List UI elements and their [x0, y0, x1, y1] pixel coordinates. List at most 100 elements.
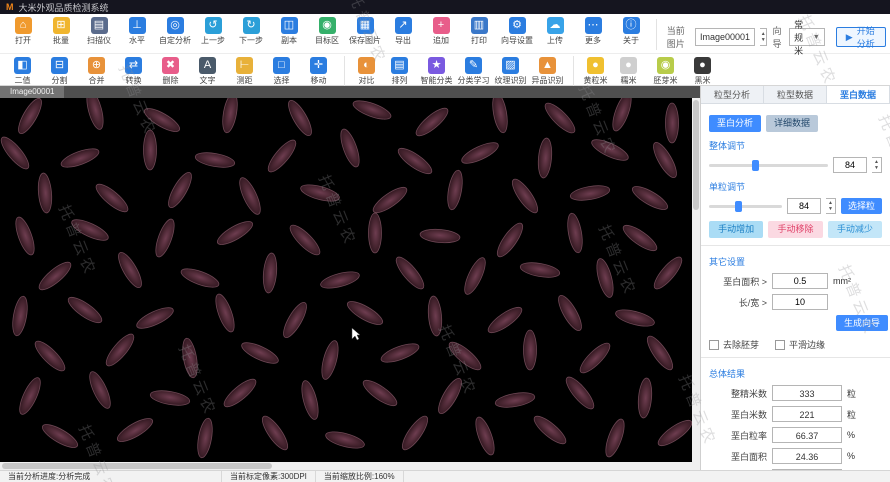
rice-grain[interactable] [531, 412, 570, 448]
toolbar-button[interactable]: ● 糯米 [610, 56, 647, 86]
toolbar-button[interactable]: ▲ 异品识别 [529, 56, 566, 86]
rice-grain[interactable] [666, 103, 679, 143]
rice-grain[interactable] [370, 183, 410, 217]
toolbar-button[interactable]: ✎ 分类学习 [455, 56, 492, 86]
rice-grain[interactable] [195, 417, 215, 459]
rice-grain[interactable] [461, 255, 490, 297]
tab-chalkiness-data[interactable]: 垩白数据 [827, 86, 890, 103]
toolbar-button[interactable]: ↻ 下一步 [232, 16, 270, 46]
rice-grain[interactable] [324, 429, 366, 452]
tab-grain-shape-analysis[interactable]: 粒型分析 [701, 86, 764, 103]
detail-data-button[interactable]: 详细数据 [766, 115, 818, 132]
overall-adjust-input[interactable] [833, 157, 867, 173]
rice-grain[interactable] [179, 265, 221, 291]
single-adjust-spinner[interactable]: ▲▼ [826, 198, 836, 214]
remove-germ-checkbox[interactable]: 去除胚芽 [709, 338, 759, 351]
rice-grain[interactable] [576, 339, 613, 376]
rice-grain[interactable] [239, 339, 281, 368]
rice-grain[interactable] [602, 417, 628, 459]
rice-grain[interactable] [594, 257, 617, 299]
manual-decrease-button[interactable]: 手动减少 [828, 221, 882, 238]
toolbar-button[interactable]: ⊥ 水平 [118, 16, 156, 46]
rice-grain[interactable] [519, 260, 561, 280]
toolbar-button[interactable]: ◐ 对比 [344, 56, 381, 86]
toolbar-button[interactable]: ⌂ 打开 [4, 16, 42, 46]
rice-grain[interactable] [37, 173, 53, 214]
toolbar-button[interactable]: ↺ 上一步 [194, 16, 232, 46]
chalkiness-analyze-button[interactable]: 垩白分析 [709, 115, 761, 132]
rice-grain[interactable] [554, 292, 585, 333]
rice-grain[interactable] [337, 127, 363, 169]
rice-grain[interactable] [413, 104, 452, 140]
toolbar-button[interactable]: ▤ 扫描仪 [80, 16, 118, 46]
rice-grain[interactable] [84, 98, 107, 131]
rice-grain[interactable] [0, 134, 33, 173]
toolbar-button[interactable]: ⊢ 测距 [226, 56, 263, 86]
image-tab[interactable]: Image00001 [0, 86, 64, 98]
rice-grain[interactable] [472, 415, 498, 457]
rice-grain[interactable] [485, 303, 525, 337]
rice-grain[interactable] [490, 98, 510, 134]
rice-grain[interactable] [36, 258, 75, 294]
toolbar-button[interactable]: ✖ 删除 [152, 56, 189, 86]
select-grain-button[interactable]: 选择粒 [841, 198, 882, 214]
rice-grain[interactable] [655, 416, 692, 450]
rice-grain[interactable] [236, 175, 265, 217]
rice-grain[interactable] [537, 138, 553, 179]
rice-grain[interactable] [164, 169, 195, 210]
rice-grain[interactable] [212, 292, 238, 334]
rice-grain[interactable] [427, 296, 443, 337]
toolbar-button[interactable]: ◉ 目标区 [308, 16, 346, 46]
smooth-edge-checkbox[interactable]: 平滑边缘 [775, 338, 825, 351]
rice-grain[interactable] [114, 414, 155, 445]
rice-grain[interactable] [69, 216, 111, 245]
rice-grain[interactable] [508, 176, 542, 216]
single-adjust-slider[interactable] [709, 205, 782, 208]
rice-grain[interactable] [299, 379, 322, 421]
rice-grain[interactable] [152, 217, 178, 259]
toolbar-button[interactable]: ◉ 胚芽米 [647, 56, 684, 86]
rice-grain[interactable] [565, 212, 585, 254]
toolbar-button[interactable]: ▨ 纹理识别 [492, 56, 529, 86]
rice-grain[interactable] [649, 139, 680, 180]
rice-grain[interactable] [114, 249, 145, 290]
toolbar-button[interactable]: □ 选择 [263, 56, 300, 86]
generate-wizard-button[interactable]: 生成向导 [836, 315, 888, 331]
rice-grain[interactable] [144, 130, 157, 170]
rice-grain[interactable] [279, 299, 310, 340]
rice-grain[interactable] [10, 295, 30, 337]
overall-adjust-slider[interactable] [709, 164, 828, 167]
rice-grain[interactable] [434, 375, 465, 416]
rice-grain[interactable] [319, 339, 342, 381]
wizard-select[interactable]: 常规米 ▼ [789, 28, 825, 46]
rice-grain[interactable] [524, 330, 537, 370]
toolbar-button[interactable]: ◎ 自定分析 [156, 16, 194, 46]
rice-grain[interactable] [637, 378, 653, 419]
rice-grain[interactable] [59, 145, 101, 171]
manual-remove-button[interactable]: 手动移除 [768, 221, 822, 238]
toolbar-button[interactable]: ⓘ 关于 [612, 16, 650, 46]
rice-grain[interactable] [609, 98, 635, 133]
current-image-spinner[interactable]: ▲▼ [760, 28, 767, 46]
horizontal-scrollbar-thumb[interactable] [2, 463, 272, 469]
rice-grain[interactable] [344, 297, 385, 328]
toolbar-button[interactable]: + 追加 [422, 16, 460, 46]
rice-grain[interactable] [14, 98, 45, 137]
tab-grain-shape-data[interactable]: 粒型数据 [764, 86, 827, 103]
rice-grain[interactable] [395, 144, 435, 178]
rice-grain-canvas[interactable] [0, 98, 692, 462]
rice-grain[interactable] [262, 253, 278, 294]
toolbar-button[interactable]: ↗ 导出 [384, 16, 422, 46]
toolbar-button[interactable]: ⊕ 合并 [78, 56, 115, 86]
rice-grain[interactable] [650, 254, 686, 293]
rice-grain[interactable] [299, 182, 341, 205]
length-width-input[interactable] [772, 294, 828, 310]
overall-slider-thumb[interactable] [752, 160, 759, 171]
rice-grain[interactable] [643, 333, 677, 373]
vertical-scrollbar-thumb[interactable] [693, 100, 699, 210]
toolbar-button[interactable]: ✛ 移动 [300, 56, 337, 86]
toolbar-button[interactable]: ● 黄粒米 [573, 56, 610, 86]
toolbar-button[interactable]: ⇄ 转换 [115, 56, 152, 86]
toolbar-button[interactable]: ▦ 保存图片 [346, 16, 384, 46]
rice-grain[interactable] [221, 375, 260, 411]
